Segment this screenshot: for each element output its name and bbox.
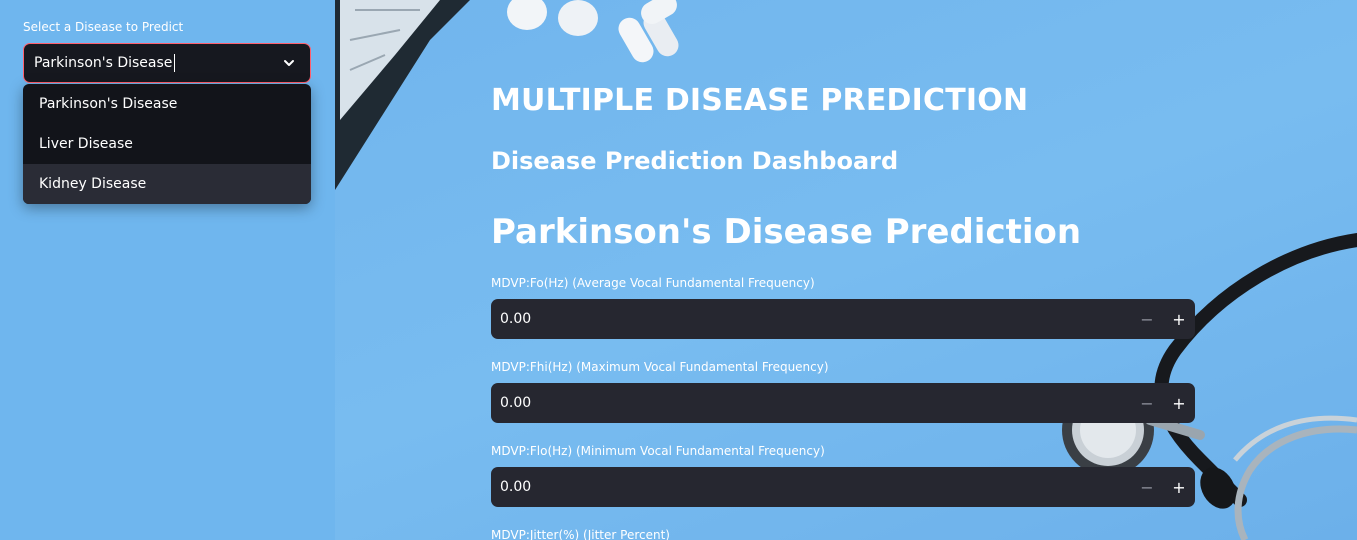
field-label-jitter: MDVP:Jitter(%) (Jitter Percent): [491, 528, 670, 540]
number-input-value[interactable]: 0.00: [491, 311, 1131, 327]
field-label-flo: MDVP:Flo(Hz) (Minimum Vocal Fundamental …: [491, 444, 825, 458]
disease-select-value: Parkinson's Disease: [34, 55, 173, 71]
number-input-value[interactable]: 0.00: [491, 395, 1131, 411]
number-input-fo[interactable]: 0.00 − +: [491, 299, 1195, 339]
option-kidney[interactable]: Kidney Disease: [23, 164, 311, 204]
disease-select-label: Select a Disease to Predict: [23, 20, 184, 34]
increment-button[interactable]: +: [1163, 299, 1195, 339]
section-title: Parkinson's Disease Prediction: [491, 212, 1082, 252]
option-parkinsons[interactable]: Parkinson's Disease: [23, 84, 311, 124]
page-subtitle: Disease Prediction Dashboard: [491, 147, 899, 175]
sidebar: Select a Disease to Predict Parkinson's …: [0, 0, 335, 540]
increment-button[interactable]: +: [1163, 467, 1195, 507]
text-cursor: [174, 54, 176, 72]
decrement-button[interactable]: −: [1131, 467, 1163, 507]
page-title: MULTIPLE DISEASE PREDICTION: [491, 83, 1029, 118]
decrement-button[interactable]: −: [1131, 383, 1163, 423]
decrement-button[interactable]: −: [1131, 299, 1163, 339]
field-label-fhi: MDVP:Fhi(Hz) (Maximum Vocal Fundamental …: [491, 360, 829, 374]
number-input-flo[interactable]: 0.00 − +: [491, 467, 1195, 507]
increment-button[interactable]: +: [1163, 383, 1195, 423]
disease-dropdown-menu: Parkinson's Disease Liver Disease Kidney…: [23, 84, 311, 204]
option-liver[interactable]: Liver Disease: [23, 124, 311, 164]
number-input-fhi[interactable]: 0.00 − +: [491, 383, 1195, 423]
field-label-fo: MDVP:Fo(Hz) (Average Vocal Fundamental F…: [491, 276, 815, 290]
chevron-down-icon[interactable]: [282, 56, 296, 70]
disease-select[interactable]: Parkinson's Disease: [23, 43, 311, 83]
number-input-value[interactable]: 0.00: [491, 479, 1131, 495]
